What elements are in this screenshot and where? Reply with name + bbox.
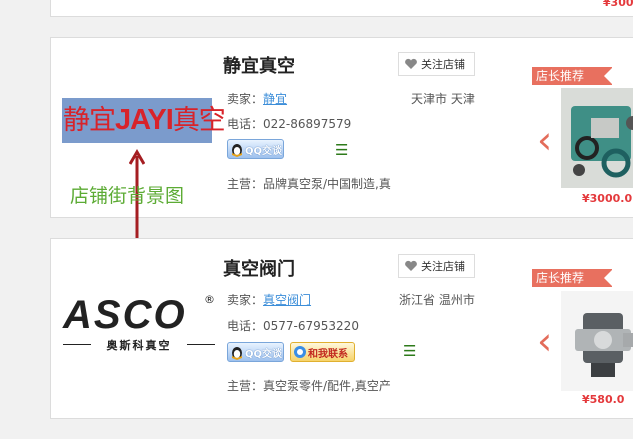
seller-link[interactable]: 静宜 xyxy=(263,92,287,106)
chevron-left-icon[interactable]: ‹ xyxy=(537,118,552,162)
registered-mark: ® xyxy=(204,293,215,306)
logo-cn: 奥斯科真空 xyxy=(106,339,172,352)
follow-shop-button[interactable]: 关注店铺 xyxy=(398,254,475,278)
qq-penguin-icon xyxy=(232,347,242,360)
contact-me-button[interactable]: 和我联系 xyxy=(290,342,355,362)
shop-name[interactable]: 真空阀门 xyxy=(223,255,295,281)
owner-recommend-badge: 店长推荐 xyxy=(532,67,613,85)
qq-chat-button[interactable]: QQ交谈 xyxy=(227,342,284,362)
seller-label: 卖家： xyxy=(227,293,264,307)
product-price[interactable]: ¥3000.0 xyxy=(603,0,633,9)
follow-label: 关注店铺 xyxy=(421,260,465,273)
product-image[interactable] xyxy=(561,291,633,391)
shop-region: 浙江省 温州市 xyxy=(399,293,475,307)
qq-penguin-icon xyxy=(232,144,242,157)
seller-label: 卖家： xyxy=(227,92,264,106)
product-price[interactable]: ¥3000.0 xyxy=(582,192,632,205)
main-business: 主营：品牌真空泵/中国制造,真 xyxy=(227,177,391,191)
follow-shop-button[interactable]: 关注店铺 xyxy=(398,52,475,76)
shop-phone: 电话：022-86897579 xyxy=(227,117,352,131)
annotation-label: 店铺街背景图 xyxy=(70,185,185,207)
seller-line: 卖家：静宜 xyxy=(227,90,287,107)
owner-recommend-badge: 店长推荐 xyxy=(532,269,613,287)
shop-logo[interactable]: 静宜JAYI真空 xyxy=(62,98,226,143)
shop-card: 静宜JAYI真空 店铺街背景图 静宜真空 关注店铺 卖家：静宜 天津市 天津 电… xyxy=(50,37,633,254)
product-price[interactable]: ¥580.0 xyxy=(582,393,624,406)
qq-chat-label: QQ交谈 xyxy=(245,145,283,157)
heart-icon xyxy=(405,58,417,69)
shop-region: 天津市 天津 xyxy=(411,92,475,106)
heart-icon xyxy=(405,260,417,271)
qq-chat-label: QQ交谈 xyxy=(245,348,283,360)
contact-label: 和我联系 xyxy=(308,348,348,360)
seller-line: 卖家：真空阀门 xyxy=(227,291,311,308)
qq-chat-button[interactable]: QQ交谈 xyxy=(227,139,284,159)
shop-name[interactable]: 静宜真空 xyxy=(223,52,295,78)
menu-icon[interactable]: ☰ xyxy=(403,344,416,359)
chevron-left-icon[interactable]: ‹ xyxy=(537,319,552,363)
menu-icon[interactable]: ☰ xyxy=(335,143,348,158)
logo-text: 静宜JAYI真空 xyxy=(63,104,226,136)
shop-card-partial: ¥3000.0 xyxy=(50,0,633,17)
shop-logo[interactable]: ASCO ® 奥斯科真空 xyxy=(63,293,215,352)
seller-link[interactable]: 真空阀门 xyxy=(263,293,311,307)
logo-brand: ASCO xyxy=(63,293,187,337)
contact-icon xyxy=(294,346,306,358)
shop-phone: 电话：0577-67953220 xyxy=(227,319,359,333)
follow-label: 关注店铺 xyxy=(421,58,465,71)
product-image[interactable] xyxy=(561,88,633,188)
main-business: 主营：真空泵零件/配件,真空产 xyxy=(227,379,391,393)
shop-card: ASCO ® 奥斯科真空 真空阀门 关注店铺 卖家：真空阀门 浙江省 温州市 电… xyxy=(50,238,633,419)
